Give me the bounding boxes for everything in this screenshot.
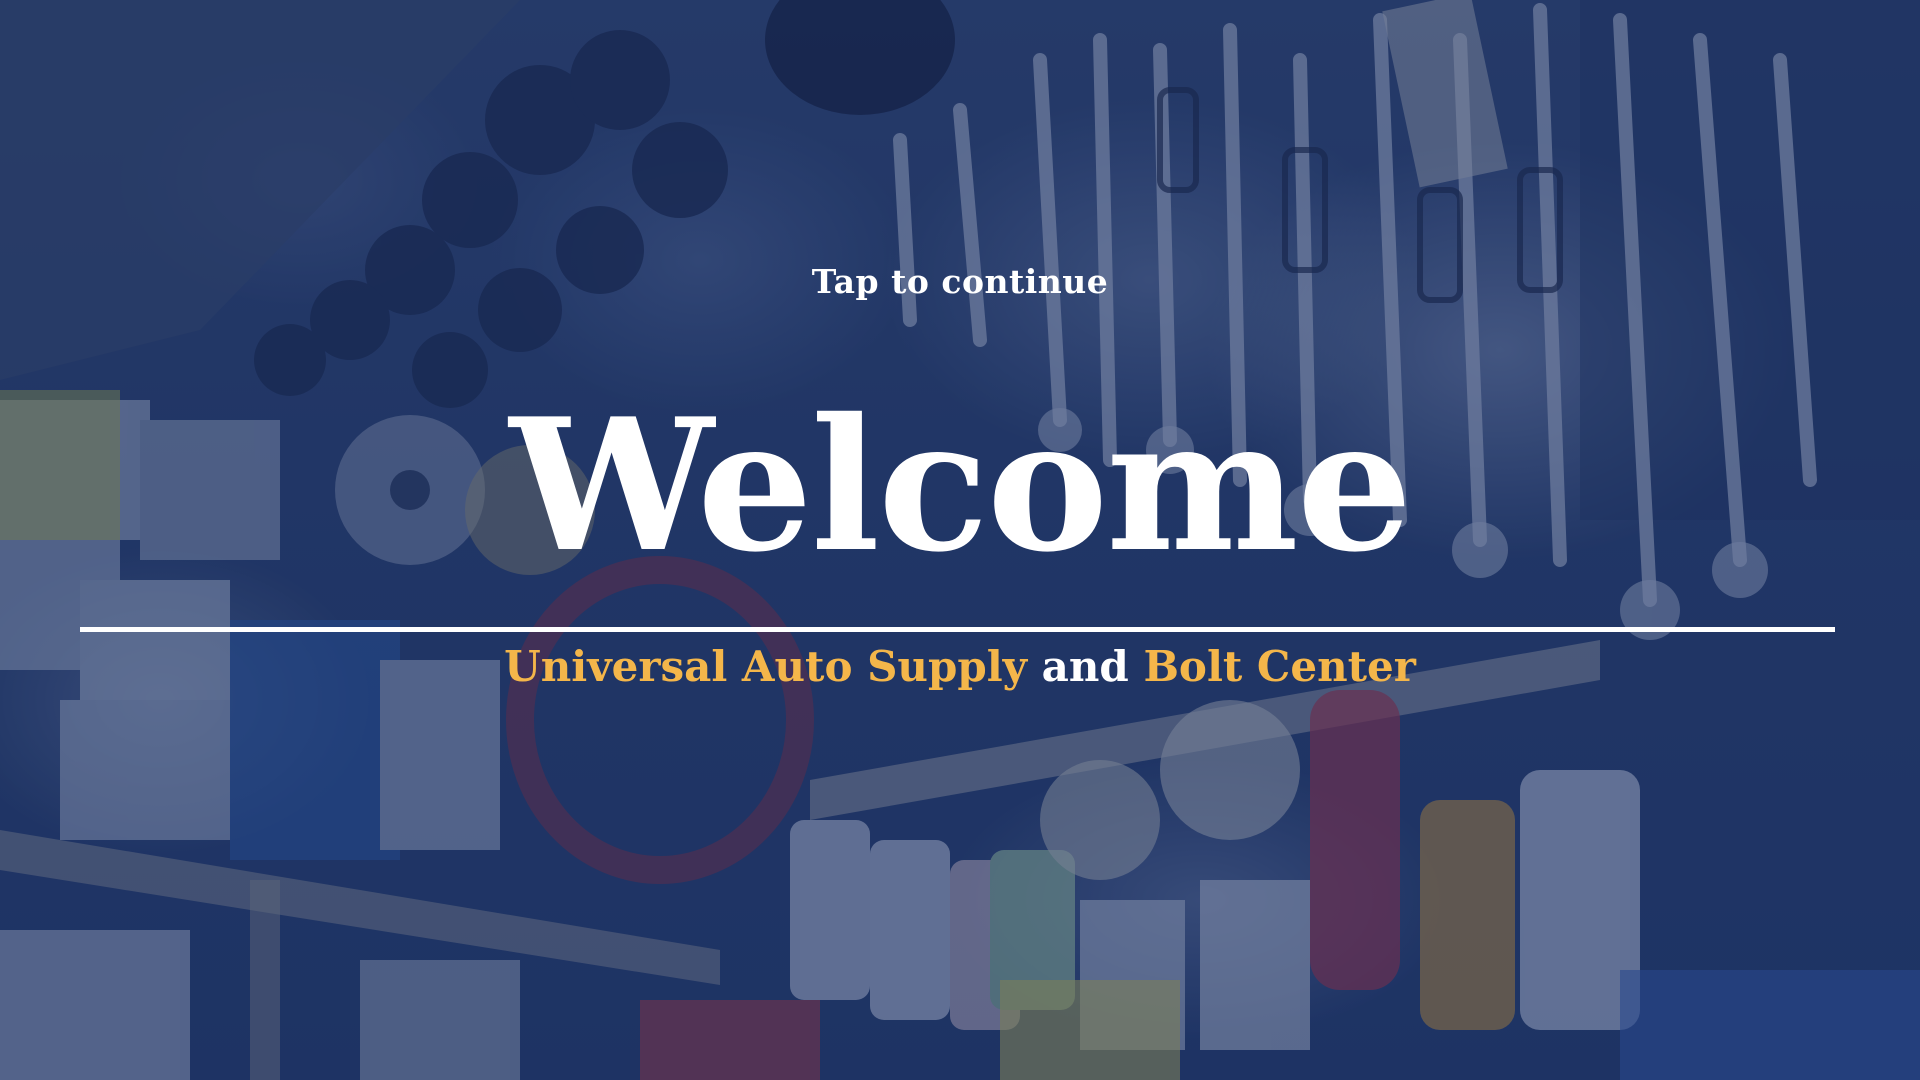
business-name-connector: and: [1027, 642, 1144, 691]
tap-to-continue-hint[interactable]: Tap to continue: [0, 262, 1920, 301]
business-name-primary: Universal Auto Supply: [504, 642, 1028, 691]
welcome-heading: Welcome: [509, 378, 1412, 592]
welcome-screen[interactable]: Tap to continue Welcome Universal Auto S…: [0, 0, 1920, 1080]
heading-divider: [80, 627, 1835, 632]
business-name: Universal Auto Supply and Bolt Center: [0, 637, 1920, 697]
business-name-secondary: Bolt Center: [1143, 642, 1416, 691]
welcome-content: Tap to continue Welcome Universal Auto S…: [0, 0, 1920, 1080]
